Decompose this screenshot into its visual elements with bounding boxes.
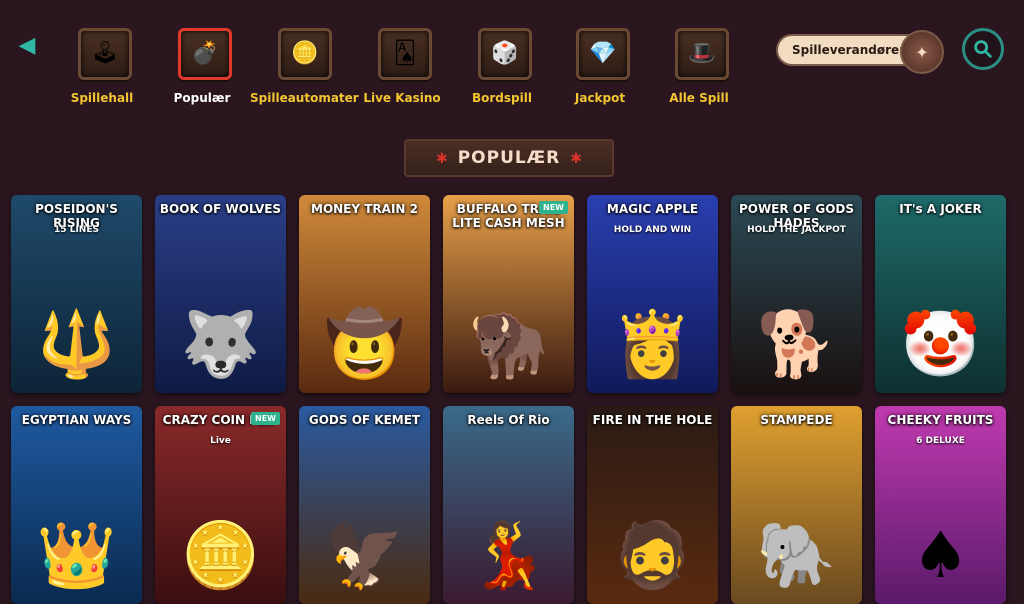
search-button[interactable] xyxy=(962,28,1004,70)
game-subtitle: 15 LINES xyxy=(54,225,99,235)
game-tile[interactable]: CHEEKY FRUITS 6 DELUXE ♠ xyxy=(875,406,1006,604)
top-navigation: ◀ 🕹 Spillehall 💣 Populær 🪙 Spilleautomater 🂡 Li… xyxy=(0,0,1024,125)
game-art-icon: 👸 xyxy=(612,308,693,382)
category-label: Alle Spill xyxy=(669,91,729,105)
providers-button[interactable]: Spilleverandører ✦ xyxy=(776,30,944,74)
dice-icon: 🎲 xyxy=(478,28,532,80)
category-spilleautomater[interactable]: 🪙 Spilleautomater xyxy=(250,24,360,114)
new-badge: NEW xyxy=(539,201,568,214)
section-heading: ✱ POPULÆR ✱ xyxy=(404,139,614,177)
game-tile[interactable]: MAGIC APPLE HOLD AND WIN 👸 xyxy=(587,195,718,393)
providers-label: Spilleverandører xyxy=(792,43,906,57)
game-tile[interactable]: GODS OF KEMET 🦅 xyxy=(299,406,430,604)
game-title: BOOK OF WOLVES xyxy=(159,202,282,216)
game-title: EGYPTIAN WAYS xyxy=(21,413,132,427)
game-title: FIRE IN THE HOLE xyxy=(592,413,713,427)
hat-icon: 🎩 xyxy=(675,28,729,80)
search-icon xyxy=(974,40,992,58)
game-tile[interactable]: EGYPTIAN WAYS 👑 xyxy=(11,406,142,604)
category-label: Jackpot xyxy=(574,91,626,105)
game-tile[interactable]: CRAZY COIN FLIP Live 🪙 NEW xyxy=(155,406,286,604)
game-tile[interactable]: BOOK OF WOLVES 🐺 xyxy=(155,195,286,393)
category-live-kasino[interactable]: 🂡 Live Kasino xyxy=(350,24,460,114)
game-art-icon: 🔱 xyxy=(36,308,117,382)
game-art-icon: 🐺 xyxy=(180,308,261,382)
game-title: IT's A JOKER xyxy=(899,202,982,216)
category-label: Bordspill xyxy=(472,91,532,105)
game-title: MONEY TRAIN 2 xyxy=(311,202,418,216)
cards-icon: 🂡 xyxy=(378,28,432,80)
game-art-icon: 🦬 xyxy=(468,308,549,382)
game-title: CHEEKY FRUITS xyxy=(887,413,994,427)
category-spillehall[interactable]: 🕹 Spillehall xyxy=(50,24,160,114)
category-label: Spilleautomater xyxy=(250,91,359,105)
game-subtitle: Live xyxy=(210,436,231,446)
category-label: Live Kasino xyxy=(363,91,441,105)
game-tile[interactable]: POWER OF GODS HADES HOLD THE JACKPOT 🐕 xyxy=(731,195,862,393)
game-tile[interactable]: STAMPEDE 🐘 xyxy=(731,406,862,604)
game-subtitle: 6 DELUXE xyxy=(916,436,965,446)
game-tile[interactable]: IT's A JOKER 🤡 xyxy=(875,195,1006,393)
game-tile[interactable]: POSEIDON'S RISING 15 LINES 🔱 xyxy=(11,195,142,393)
game-tile[interactable]: Reels Of Rio 💃 xyxy=(443,406,574,604)
new-badge: NEW xyxy=(251,412,280,425)
game-tile[interactable]: BUFFALO TRAIL LITE CASH MESH 🦬 NEW xyxy=(443,195,574,393)
ornament-left-icon: ✱ xyxy=(435,151,448,167)
scroll-icon: ✦ xyxy=(900,30,944,74)
game-title: STAMPEDE xyxy=(760,413,833,427)
category-alle-spill[interactable]: 🎩 Alle Spill xyxy=(647,24,757,114)
category-label: Spillehall xyxy=(70,91,134,105)
game-subtitle: HOLD THE JACKPOT xyxy=(747,225,846,235)
game-title: GODS OF KEMET xyxy=(308,413,421,427)
arcade-icon: 🕹 xyxy=(78,28,132,80)
ornament-right-icon: ✱ xyxy=(570,151,582,167)
game-art-icon: 🐕 xyxy=(756,308,837,382)
game-art-icon: 🤡 xyxy=(900,308,981,382)
game-title: Reels Of Rio xyxy=(467,413,550,427)
game-title: MAGIC APPLE xyxy=(606,202,699,216)
section-title: POPULÆR xyxy=(457,148,561,168)
game-tile[interactable]: FIRE IN THE HOLE 🧔 xyxy=(587,406,718,604)
gem-icon: 💎 xyxy=(576,28,630,80)
coin-icon: 🪙 xyxy=(278,28,332,80)
game-art-icon: 🤠 xyxy=(324,308,405,382)
category-bordspill[interactable]: 🎲 Bordspill xyxy=(450,24,560,114)
category-label: Populær xyxy=(173,91,231,105)
game-tile[interactable]: MONEY TRAIN 2 🤠 xyxy=(299,195,430,393)
game-subtitle: HOLD AND WIN xyxy=(613,225,692,235)
category-jackpot[interactable]: 💎 Jackpot xyxy=(548,24,658,114)
bomb-icon: 💣 xyxy=(178,28,232,80)
category-populær[interactable]: 💣 Populær xyxy=(150,24,260,114)
chevron-left-icon[interactable]: ◀ xyxy=(12,30,42,60)
